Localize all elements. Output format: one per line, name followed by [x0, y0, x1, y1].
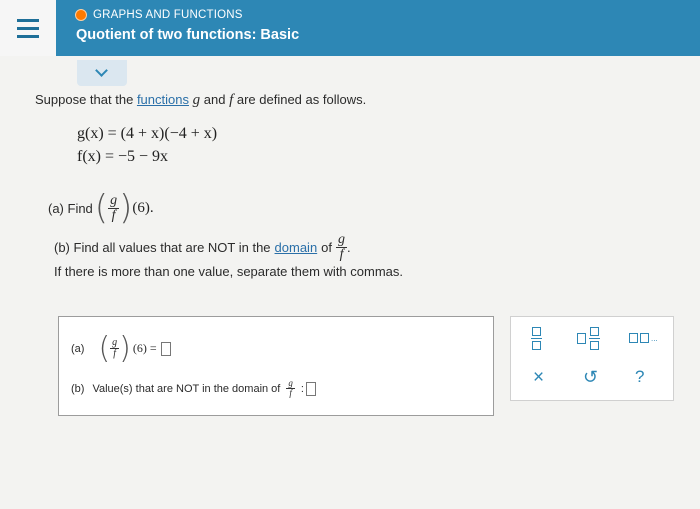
- f-definition: f(x) = −5 − 9x: [77, 148, 169, 165]
- answer-b-label: (b): [71, 382, 85, 395]
- page-title: Quotient of two functions: Basic: [76, 27, 300, 43]
- instruction-text: If there is more than one value, separat…: [54, 264, 404, 279]
- answer-b-row: (b) Value(s) that are NOT in the domain …: [71, 379, 316, 398]
- problem-intro: Suppose that the functions g and f are d…: [35, 92, 366, 109]
- functions-link[interactable]: functions: [137, 92, 189, 107]
- breadcrumb: GRAPHS AND FUNCTIONS: [75, 9, 243, 21]
- clear-icon[interactable]: ×: [533, 367, 544, 389]
- f-variable: f: [229, 92, 234, 108]
- answer-b-text: Value(s) that are NOT in the domain of: [92, 382, 281, 395]
- menu-icon[interactable]: [0, 0, 56, 56]
- answer-b-input[interactable]: [305, 381, 316, 396]
- list-input-icon[interactable]: ...: [629, 333, 658, 343]
- answer-panel: (a) ( g f ) (6) = (b) Value(s) that are …: [58, 316, 494, 416]
- answer-a-input[interactable]: [160, 341, 171, 356]
- fraction-icon[interactable]: [531, 327, 542, 350]
- undo-icon[interactable]: ↺: [583, 367, 598, 388]
- answer-b-colon: :: [300, 382, 304, 395]
- answer-a-label: (a): [71, 342, 85, 355]
- breadcrumb-label: GRAPHS AND FUNCTIONS: [93, 9, 243, 21]
- g-over-f-fraction: g f: [108, 192, 120, 223]
- answer-a-expr: (6) =: [132, 341, 157, 355]
- help-icon[interactable]: ?: [635, 367, 644, 387]
- part-b-period: .: [347, 240, 351, 255]
- top-bar: GRAPHS AND FUNCTIONS Quotient of two fun…: [0, 0, 700, 56]
- intro-text-end: are defined as follows.: [236, 92, 367, 107]
- and-text: and: [203, 92, 226, 107]
- answer-a-row: (a) ( g f ) (6) =: [71, 331, 171, 366]
- part-a-question: (a) Find ( g f ) (6).: [48, 188, 154, 228]
- domain-link[interactable]: domain: [275, 240, 318, 255]
- intro-text: Suppose that the: [35, 92, 134, 107]
- part-b-of: of: [321, 240, 333, 255]
- mixed-number-icon[interactable]: [577, 327, 600, 350]
- answer-b-fraction: g f: [286, 378, 295, 398]
- g-over-f-fraction-b: g f: [336, 232, 348, 262]
- g-variable: g: [192, 92, 201, 108]
- part-a-label: (a) Find: [48, 200, 93, 216]
- part-a-argument: (6).: [132, 199, 154, 216]
- part-b-question: (b) Find all values that are NOT in the …: [54, 232, 351, 262]
- answer-a-fraction: g f: [110, 337, 120, 359]
- chevron-down-icon[interactable]: [77, 60, 127, 86]
- math-tool-palette: ... × ↺ ?: [510, 316, 674, 401]
- g-definition: g(x) = (4 + x)(−4 + x): [77, 125, 218, 142]
- progress-dot-icon: [75, 9, 87, 21]
